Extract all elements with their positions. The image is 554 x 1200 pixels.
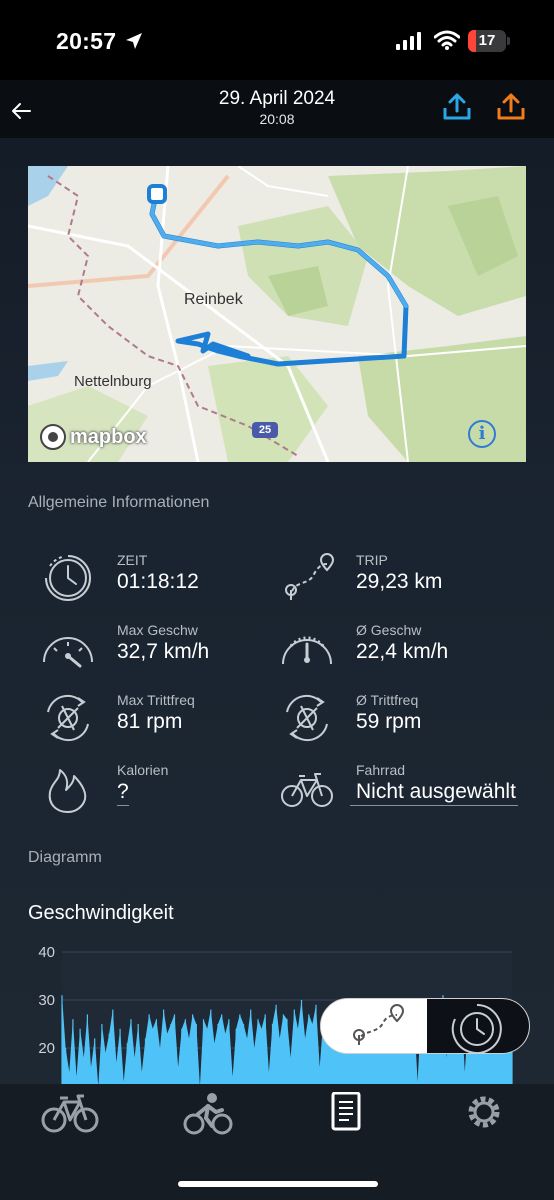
speedometer-max-icon	[43, 637, 93, 668]
section-title-general: Allgemeine Informationen	[28, 494, 210, 511]
stat-max-speed-label: Max Geschw	[117, 622, 198, 638]
stat-avg-speed-value: 22,4 km/h	[356, 640, 449, 663]
toggle-time[interactable]	[427, 999, 529, 1053]
stat-avg-cadence: Ø Trittfreq 59 rpm	[277, 688, 527, 748]
stat-trip: TRIP 29,23 km	[277, 548, 527, 608]
stat-trip-value: 29,23 km	[356, 570, 443, 593]
stat-trip-label: TRIP	[356, 552, 388, 568]
toggle-distance[interactable]	[321, 999, 427, 1053]
map-canvas	[28, 166, 526, 462]
stat-max-speed-value: 32,7 km/h	[117, 640, 210, 663]
bicycle-icon[interactable]	[40, 1092, 100, 1136]
bicycle-icon	[281, 773, 333, 807]
battery-nub	[507, 37, 510, 45]
cadence-icon	[286, 694, 328, 742]
clock-icon	[45, 555, 91, 601]
stat-time: ZEIT 01:18:12	[38, 548, 288, 608]
app-header: 29. April 2024 20:08	[0, 80, 554, 138]
trip-details-content[interactable]: Reinbek Nettelnburg 25 mapbox i Allgemei…	[0, 138, 554, 1084]
status-bar: 20:57 17	[0, 0, 554, 80]
document-icon[interactable]	[316, 1092, 376, 1136]
stat-avg-cadence-label: Ø Trittfreq	[356, 692, 419, 708]
route-map[interactable]: Reinbek Nettelnburg 25 mapbox i	[28, 166, 526, 462]
map-info-button[interactable]: i	[468, 420, 496, 448]
stat-avg-speed: Ø Geschw 22,4 km/h	[277, 618, 527, 678]
stat-calories: Kalorien ?	[38, 758, 288, 818]
chart-mode-toggle[interactable]	[320, 998, 530, 1054]
section-title-diagram: Diagramm	[28, 849, 102, 866]
stat-max-cadence: Max Trittfreq 81 rpm	[38, 688, 288, 748]
cellular-signal-icon	[396, 32, 421, 50]
wifi-icon	[434, 30, 460, 50]
share-orange-icon[interactable]	[496, 92, 526, 122]
stat-avg-speed-label: Ø Geschw	[356, 622, 422, 638]
battery-indicator: 17	[468, 30, 506, 52]
calories-input[interactable]: ?	[117, 780, 129, 806]
flame-icon	[48, 769, 87, 813]
stat-calories-value[interactable]: ?	[117, 780, 129, 806]
share-blue-icon[interactable]	[442, 92, 472, 122]
map-label-reinbek: Reinbek	[184, 291, 243, 308]
route-icon	[353, 1003, 405, 1045]
mapbox-wordmark: mapbox	[70, 425, 147, 448]
stat-max-speed: Max Geschw 32,7 km/h	[38, 618, 288, 678]
cyclist-icon[interactable]	[178, 1092, 238, 1136]
location-arrow-icon	[126, 33, 142, 49]
chart-title: Geschwindigkeit	[28, 902, 174, 924]
route-icon	[285, 552, 335, 600]
stat-bike: Fahrrad Nicht ausgewählt	[277, 758, 537, 818]
stat-calories-label: Kalorien	[117, 762, 169, 778]
stat-time-label: ZEIT	[117, 552, 148, 568]
chart-y-tick-label: 30	[38, 992, 55, 1009]
settings-gear-icon[interactable]	[454, 1092, 514, 1136]
stat-time-value: 01:18:12	[117, 570, 199, 593]
status-time: 20:57	[56, 28, 117, 54]
stat-max-cadence-value: 81 rpm	[117, 710, 183, 733]
bike-selector[interactable]: Nicht ausgewählt	[350, 780, 518, 806]
mapbox-icon	[40, 424, 66, 450]
map-label-nettelnburg: Nettelnburg	[74, 373, 152, 390]
clock-icon	[451, 1004, 502, 1053]
mapbox-logo[interactable]: mapbox	[40, 422, 147, 452]
stat-max-cadence-label: Max Trittfreq	[117, 692, 195, 708]
speedometer-avg-icon	[282, 636, 332, 665]
stat-bike-label: Fahrrad	[356, 762, 406, 778]
chart-y-tick-label: 20	[38, 1040, 55, 1057]
stat-avg-cadence-value: 59 rpm	[356, 710, 422, 733]
chart-y-tick-label: 40	[38, 944, 55, 961]
cadence-icon	[47, 694, 89, 742]
stat-bike-value[interactable]: Nicht ausgewählt	[350, 780, 518, 806]
battery-percentage: 17	[478, 32, 496, 49]
home-indicator[interactable]	[178, 1181, 378, 1187]
road-label-25: 25	[252, 422, 278, 438]
